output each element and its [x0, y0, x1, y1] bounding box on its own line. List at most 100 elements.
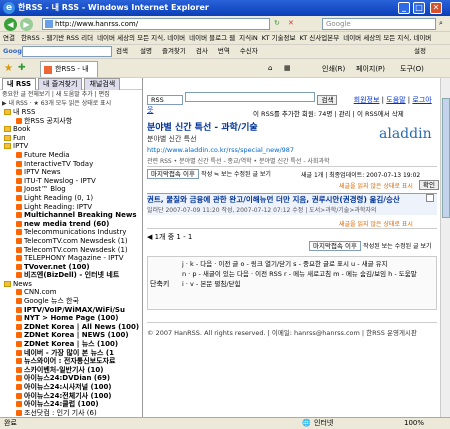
- search-input[interactable]: Google: [322, 18, 436, 30]
- member-info-link[interactable]: 회원정보: [354, 96, 380, 104]
- zoom-level[interactable]: 100%: [404, 418, 424, 429]
- tab-favicon: [44, 66, 52, 74]
- tree-feed[interactable]: Telecommunications Industry: [0, 228, 142, 237]
- feed-title[interactable]: 분야별 신간 특선 - 과학/기술: [147, 120, 258, 133]
- left-info[interactable]: 중요한 글 전체보기 | 새 도움말 추가 | 편집: [0, 90, 142, 99]
- google-tool-item[interactable]: 즐겨찾기: [162, 47, 186, 55]
- link-item[interactable]: 네이버 블로그 웹: [189, 34, 235, 42]
- tab-my-rss[interactable]: 내 RSS: [2, 78, 37, 90]
- feeds-icon[interactable]: ▦: [284, 64, 291, 72]
- tree-feed[interactable]: new media trend (60): [0, 220, 142, 229]
- tree-feed[interactable]: TelecomTV.com Newsdesk (1): [0, 237, 142, 246]
- add-favorite-icon[interactable]: ✚: [18, 63, 26, 73]
- google-tool-item[interactable]: 번역: [218, 47, 230, 55]
- google-settings[interactable]: 설정: [414, 45, 426, 58]
- tree-label: 한RSS 공지사항: [24, 116, 73, 125]
- tree-feed[interactable]: IPTV News: [0, 168, 142, 177]
- tree-feed[interactable]: Multichannel Breaking News: [0, 211, 142, 220]
- google-go-button[interactable]: 검색: [116, 45, 128, 58]
- tree-feed[interactable]: 뉴스와이어 : 전자통신보도자료: [0, 357, 142, 366]
- main-scrollbar[interactable]: [440, 78, 450, 417]
- address-input[interactable]: http://www.hanrss.com/: [42, 18, 270, 30]
- search-type-select[interactable]: RSS: [147, 95, 183, 105]
- tree-feed[interactable]: 조선닷컴 : 인기 기사 (6): [0, 409, 142, 417]
- browser-tab[interactable]: 한RSS - 내 RSS: [40, 61, 98, 88]
- maximize-button[interactable]: □: [413, 2, 425, 14]
- back-button[interactable]: ◀: [4, 18, 17, 31]
- tree-feed[interactable]: TelecomTV.com Newsdesk (1): [0, 246, 142, 255]
- tab-channel-search[interactable]: 채널검색: [84, 78, 121, 90]
- refresh-icon[interactable]: ↻: [274, 19, 280, 27]
- tree-feed[interactable]: ZDNet Korea | All News (100): [0, 323, 142, 332]
- tree-feed[interactable]: CNN.com: [0, 288, 142, 297]
- link-item[interactable]: 네이버 세상의 모든 지식, 네이버: [97, 34, 185, 42]
- scroll-thumb[interactable]: [442, 98, 450, 218]
- tab-favorites[interactable]: 내 즐겨찾기: [38, 78, 83, 90]
- link-item[interactable]: KT 기술정보: [262, 34, 296, 42]
- google-tool-item[interactable]: 수신자: [240, 47, 258, 55]
- feed-url[interactable]: http://www.aladdin.co.kr/rss/special_new…: [147, 146, 294, 154]
- article-checkbox[interactable]: [426, 194, 434, 202]
- tree-feed[interactable]: 아이뉴스24:클럽 (100): [0, 400, 142, 409]
- search-icon[interactable]: ⌕: [439, 19, 443, 28]
- tree-feed[interactable]: 아이뉴스24:DVDian (69): [0, 374, 142, 383]
- tree-feed[interactable]: TELEPHONY Magazine - IPTV: [0, 254, 142, 263]
- view-select[interactable]: 마지막접속 이후: [147, 169, 199, 179]
- help-link[interactable]: 도움말: [386, 96, 405, 104]
- close-button[interactable]: ✕: [430, 2, 442, 14]
- tree-feed[interactable]: Future Media: [0, 151, 142, 160]
- tools-menu[interactable]: 도구(O): [400, 64, 424, 74]
- google-tool-item[interactable]: 검사: [196, 47, 208, 55]
- view-note: 작성 ≒ 보는 수정된 글 보기: [201, 171, 271, 178]
- page-menu[interactable]: 페이지(P): [356, 64, 385, 74]
- folder-icon: [4, 143, 11, 150]
- link-item[interactable]: KT 신사업본부: [300, 34, 340, 42]
- tree-feed[interactable]: IPTV/VoIP/WiMAX/WiFi/Su: [0, 306, 142, 315]
- tree-feed[interactable]: 비즈엔(BizDell) - 인터넷 네트: [0, 271, 142, 280]
- left-info2[interactable]: ▶ 내 RSS · ★ 63개 모두 읽은 상태로 표시: [0, 99, 142, 108]
- tree-feed[interactable]: Light Reading (0, 1): [0, 194, 142, 203]
- favorites-star-icon[interactable]: ★: [4, 63, 13, 74]
- link-item[interactable]: 지식iN: [239, 34, 258, 42]
- tree-feed[interactable]: TVover.net (100): [0, 263, 142, 272]
- tree-folder[interactable]: Fun: [0, 134, 142, 143]
- ie-logo-icon: e: [3, 2, 15, 14]
- article-title[interactable]: 권트, 물질와 금융에 관한 완고/이해뉴먼 더만 지음, 권루시안(권경령) …: [147, 194, 427, 205]
- confirm-button[interactable]: 확인: [419, 180, 439, 190]
- google-search-input[interactable]: [22, 46, 112, 57]
- tree-label: Google 뉴스 한국: [24, 297, 79, 306]
- tree-folder[interactable]: Book: [0, 125, 142, 134]
- google-tool-item[interactable]: 설명: [140, 47, 152, 55]
- tree-feed[interactable]: NYT > Home Page (100): [0, 314, 142, 323]
- tree-feed[interactable]: 네이버 - 가장 많이 본 뉴스 (1: [0, 349, 142, 358]
- tree-folder[interactable]: News: [0, 280, 142, 289]
- tree-feed[interactable]: 아이뉴스24:전체기사 (100): [0, 392, 142, 401]
- rss-search-button[interactable]: 검색: [317, 95, 338, 105]
- tree-feed[interactable]: ZDNet Korea | 뉴스 (100): [0, 340, 142, 349]
- minimize-button[interactable]: _: [398, 2, 410, 14]
- mark-unread-link[interactable]: 새글을 읽지 않은 상태로 표시: [339, 181, 413, 190]
- tree-feed[interactable]: ZDNet Korea | NEWS (100): [0, 331, 142, 340]
- tree-feed[interactable]: InteractiveTV Today: [0, 160, 142, 169]
- link-item[interactable]: 한RSS - 웹기반 RSS 리더: [21, 34, 93, 42]
- tree-feed[interactable]: 스카이벤처-일반기사 (10): [0, 366, 142, 375]
- tree-feed[interactable]: 한RSS 공지사항: [0, 117, 142, 126]
- tree-feed[interactable]: Google 뉴스 한국: [0, 297, 142, 306]
- tree-feed[interactable]: Joost™ Blog: [0, 185, 142, 194]
- rss-search-input[interactable]: [185, 92, 316, 102]
- article-mark-link[interactable]: 새글을 읽지 않은 상태로 표시: [339, 219, 413, 228]
- forward-button[interactable]: ▶: [20, 18, 33, 31]
- link-item[interactable]: 네이버 세상의 모든 지식, 네이버: [343, 34, 431, 42]
- tree-folder[interactable]: 내 RSS: [0, 108, 142, 117]
- tree-feed[interactable]: Light Reading: IPTV: [0, 203, 142, 212]
- stop-icon[interactable]: ✕: [288, 19, 294, 27]
- tree-feed[interactable]: 아이뉴스24:시사저널 (100): [0, 383, 142, 392]
- pager[interactable]: ◀ 1개 중 1 - 1: [147, 232, 192, 242]
- related-rss[interactable]: 관련 RSS • 분야별 신간 특선 - 종교/역학 • 분야별 신간 특선 -…: [147, 156, 330, 165]
- tree-feed[interactable]: ITU-T Newslog - IPTV: [0, 177, 142, 186]
- tree-folder[interactable]: IPTV: [0, 142, 142, 151]
- print-button[interactable]: 인쇄(R): [322, 64, 345, 74]
- view-select-2[interactable]: 마지막접속 이후: [309, 241, 361, 251]
- feed-stats: 이 RSS를 추가한 회원: 74명 | 관리 | 이 RSS에서 삭제: [253, 110, 404, 118]
- home-icon[interactable]: ⌂: [268, 64, 272, 72]
